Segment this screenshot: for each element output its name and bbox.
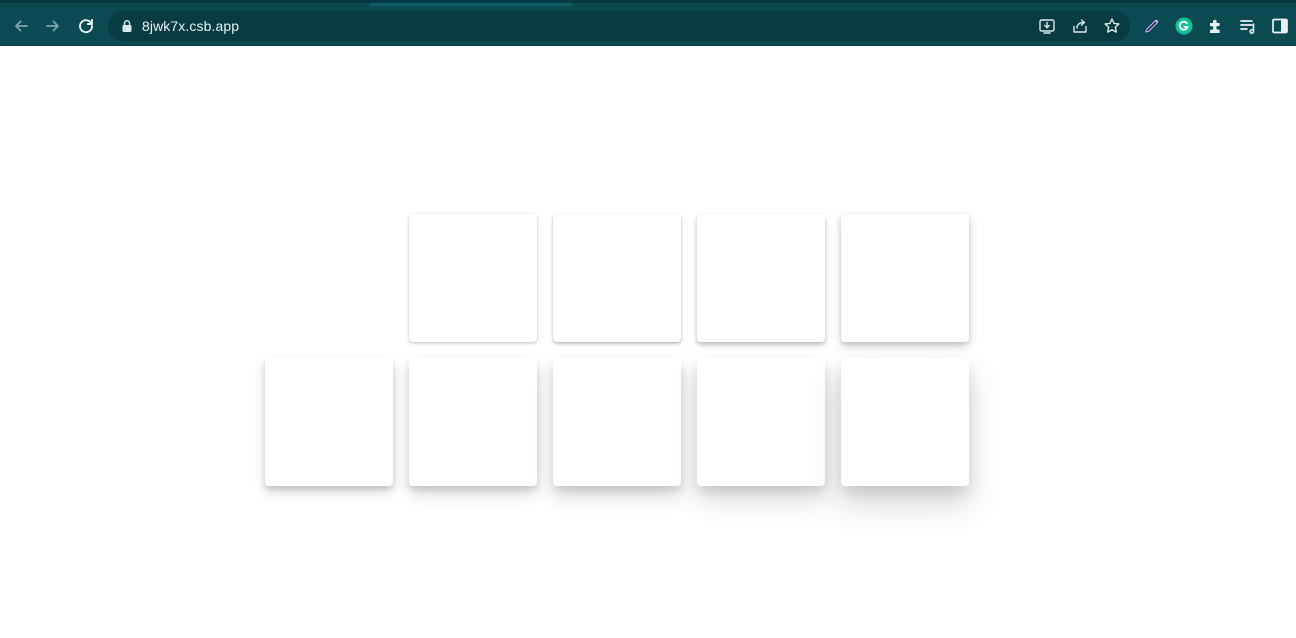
reading-list-icon[interactable]	[1238, 16, 1258, 36]
browser-toolbar: 8jwk7x.csb.app	[0, 0, 1296, 46]
card-6	[409, 358, 537, 486]
install-app-icon[interactable]	[1038, 17, 1056, 35]
pen-extension-icon[interactable]	[1142, 16, 1162, 36]
card-4	[841, 214, 969, 342]
card-8	[697, 358, 825, 486]
forward-button[interactable]	[42, 15, 64, 37]
card-5	[265, 358, 393, 486]
card-7	[553, 358, 681, 486]
url-text[interactable]: 8jwk7x.csb.app	[142, 18, 239, 34]
extensions-puzzle-icon[interactable]	[1206, 16, 1226, 36]
grammarly-icon-glyph	[1175, 17, 1193, 35]
grammarly-icon[interactable]	[1174, 16, 1194, 36]
back-arrow-icon	[15, 20, 28, 32]
bookmark-star-icon[interactable]	[1103, 17, 1121, 35]
forward-arrow-icon	[46, 20, 59, 32]
card-3	[697, 214, 825, 342]
card-1	[409, 214, 537, 342]
back-button[interactable]	[10, 15, 32, 37]
address-bar[interactable]: 8jwk7x.csb.app	[108, 11, 1130, 41]
share-icon[interactable]	[1071, 17, 1089, 35]
card-2	[553, 214, 681, 342]
side-panel-icon[interactable]	[1270, 16, 1290, 36]
card-9	[841, 358, 969, 486]
reload-icon	[79, 18, 93, 34]
page-content	[0, 46, 1296, 638]
reload-button[interactable]	[75, 15, 97, 37]
lock-icon[interactable]	[120, 19, 134, 33]
active-tab-indicator	[370, 3, 572, 6]
